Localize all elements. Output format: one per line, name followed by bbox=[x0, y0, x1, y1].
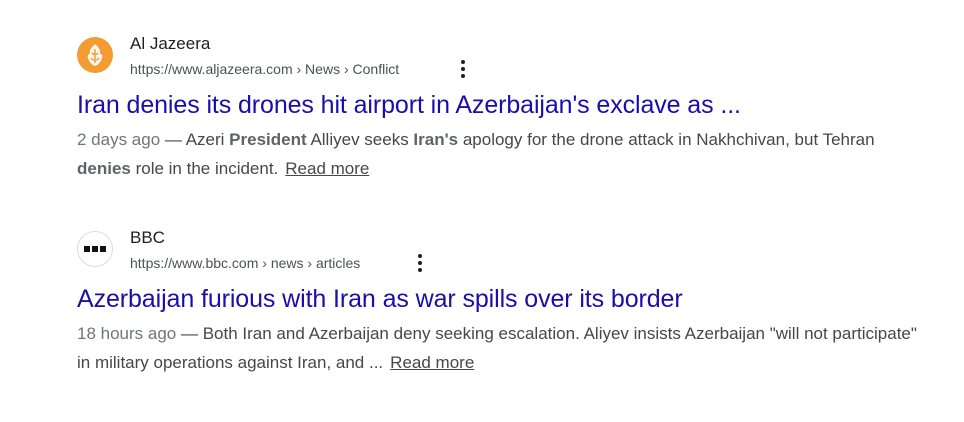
more-options-icon[interactable] bbox=[412, 252, 428, 274]
result-snippet: 18 hours ago — Both Iran and Azerbaijan … bbox=[77, 319, 917, 377]
snippet-text: Both Iran and Azerbaijan deny seeking es… bbox=[77, 324, 917, 372]
result-source[interactable]: Al Jazeera https://www.aljazeera.com › N… bbox=[77, 34, 917, 82]
snippet-text: Azeri bbox=[185, 130, 230, 149]
result-date: 18 hours ago bbox=[77, 324, 177, 343]
site-url: https://www.aljazeera.com › News › Confl… bbox=[130, 61, 400, 77]
site-name: BBC bbox=[130, 228, 165, 247]
result-snippet: 2 days ago — Azeri President Alliyev see… bbox=[77, 125, 917, 183]
bbc-logo-icon bbox=[77, 231, 113, 267]
more-options-icon[interactable] bbox=[455, 58, 471, 80]
snippet-text: apology for the drone attack in Nakhchiv… bbox=[458, 130, 875, 149]
read-more-link[interactable]: Read more bbox=[285, 159, 369, 178]
snippet-separator: — bbox=[160, 130, 186, 149]
aljazeera-logo-icon bbox=[77, 37, 113, 73]
snippet-highlight: Iran's bbox=[413, 130, 459, 149]
result-title-link[interactable]: Azerbaijan furious with Iran as war spil… bbox=[77, 283, 917, 315]
read-more-link[interactable]: Read more bbox=[390, 353, 474, 372]
search-result: BBC https://www.bbc.com › news › article… bbox=[77, 228, 917, 377]
site-url: https://www.bbc.com › news › articles bbox=[130, 255, 361, 271]
snippet-highlight: President bbox=[229, 130, 307, 149]
snippet-text: role in the incident. bbox=[130, 159, 279, 178]
result-source[interactable]: BBC https://www.bbc.com › news › article… bbox=[77, 228, 917, 276]
search-result: Al Jazeera https://www.aljazeera.com › N… bbox=[77, 34, 917, 183]
snippet-text: Alliyev seeks bbox=[306, 130, 414, 149]
snippet-separator: — bbox=[176, 324, 203, 343]
site-name: Al Jazeera bbox=[130, 34, 211, 53]
snippet-highlight: denies bbox=[77, 159, 131, 178]
result-title-link[interactable]: Iran denies its drones hit airport in Az… bbox=[77, 89, 917, 121]
result-date: 2 days ago bbox=[77, 130, 161, 149]
